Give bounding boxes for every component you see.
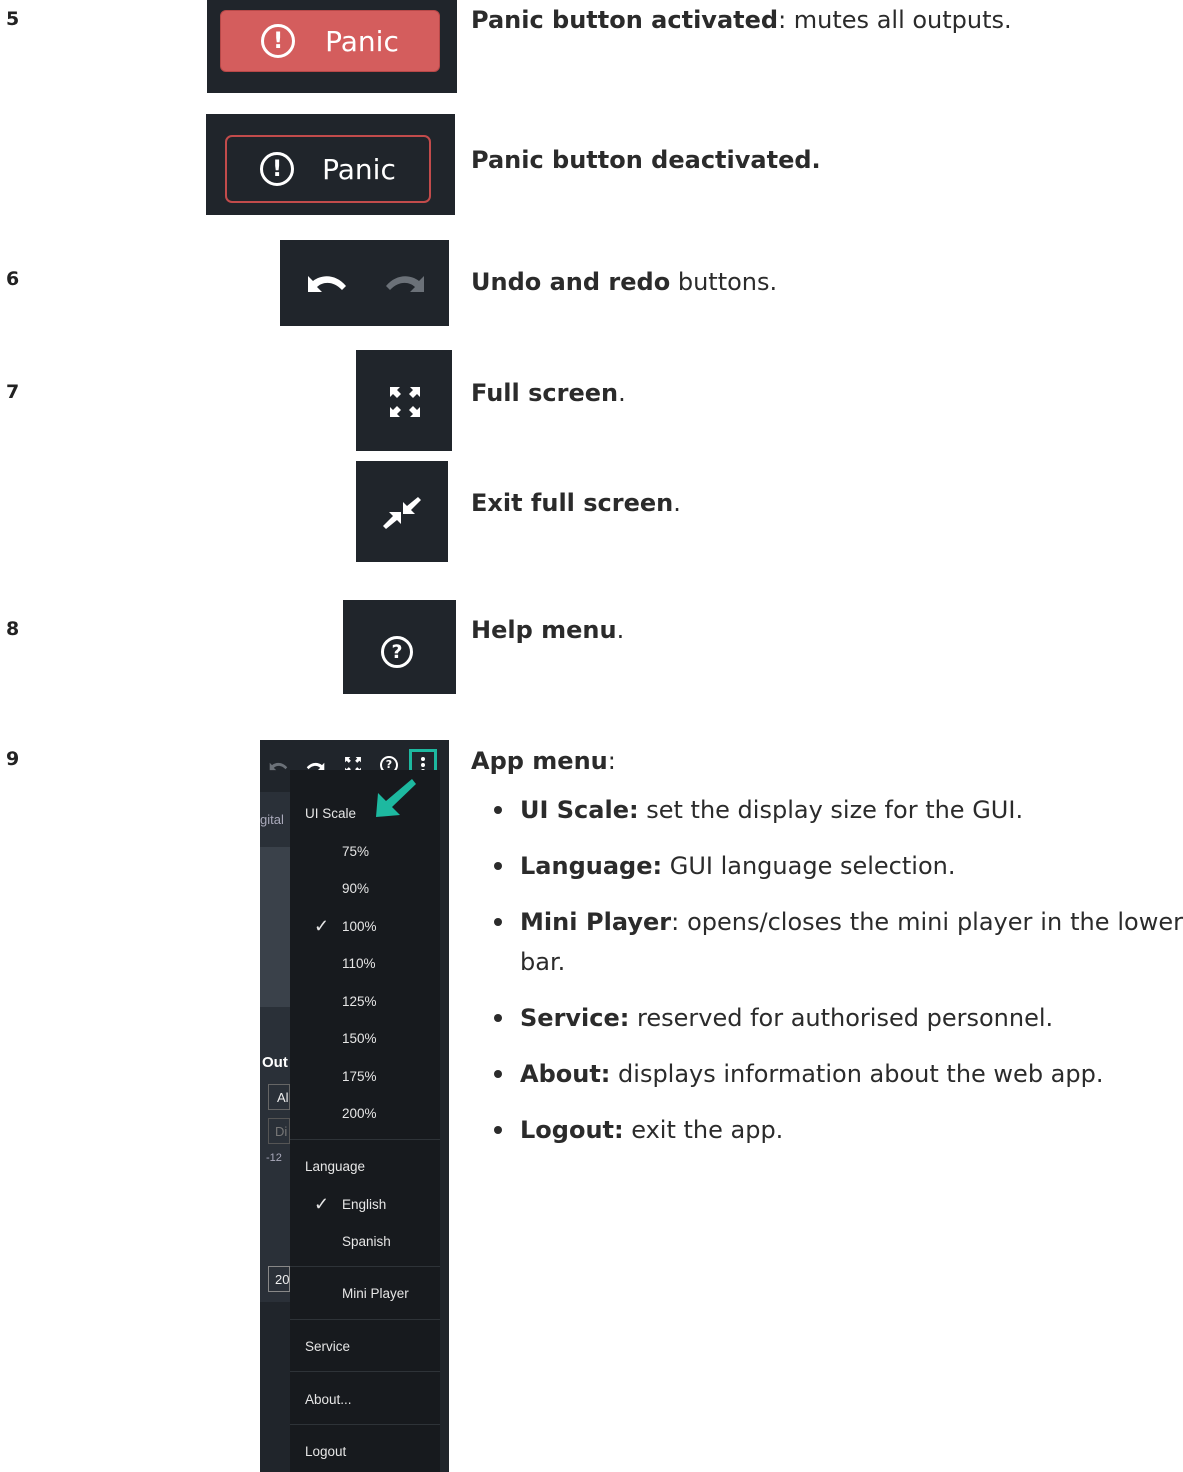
row-number-5: 5 [6,8,20,30]
app-menu-bullets: UI Scale: set the display size for the G… [494,790,1183,1166]
fullscreen-description: Full screen. [471,379,626,407]
bg-text: -12 [266,1152,282,1164]
bullet-service: Service: reserved for authorised personn… [494,998,1183,1038]
divider [290,1266,440,1267]
fullscreen-icon[interactable] [388,385,422,419]
panic-inactive-screenshot: ! Panic [206,114,455,215]
divider [290,1424,440,1425]
pointer-arrow-icon [376,779,416,817]
bullet-mini-player: Mini Player: opens/closes the mini playe… [494,902,1183,982]
panic-label: Panic [322,152,396,186]
bullet-about: About: displays information about the we… [494,1054,1183,1094]
undo-redo-description: Undo and redo buttons. [471,268,778,296]
alert-icon: ! [260,152,295,186]
app-menu-dropdown [290,770,440,1472]
panic-button-active[interactable]: ! Panic [220,10,440,72]
panic-button-inactive[interactable]: ! Panic [225,135,431,203]
scale-option[interactable]: 175% [342,1069,377,1084]
divider [290,1371,440,1372]
alert-icon: ! [261,24,296,58]
bg-text: 20 [275,1272,290,1287]
ui-scale-header: UI Scale [305,806,357,821]
scale-option[interactable]: 125% [342,994,377,1009]
help-description: Help menu. [471,616,625,644]
scale-option[interactable]: 150% [342,1031,377,1046]
bullet-language: Language: GUI language selection. [494,846,1183,886]
logout-item[interactable]: Logout [305,1444,346,1459]
row-number-7: 7 [6,381,20,403]
panic-deactivated-description: Panic button deactivated. [471,146,821,174]
row-number-9: 9 [6,748,20,770]
language-option[interactable]: Spanish [342,1234,391,1249]
app-menu-description: App menu: [471,747,616,775]
help-icon[interactable]: ? [381,636,413,668]
exit-fullscreen-description: Exit full screen. [471,489,681,517]
fullscreen-screenshot [356,350,452,451]
background-panel: gital Out Al Di -12 20 [260,792,290,1472]
undo-icon[interactable] [300,266,352,300]
panic-label: Panic [325,24,399,58]
bg-text: Di [275,1124,288,1139]
language-header: Language [305,1159,366,1174]
scale-option[interactable]: 200% [342,1106,377,1121]
scale-option[interactable]: 75% [342,844,369,859]
bullet-ui-scale: UI Scale: set the display size for the G… [494,790,1183,830]
divider [290,1139,440,1140]
bg-text: Al [277,1090,289,1105]
bullet-logout: Logout: exit the app. [494,1110,1183,1150]
redo-icon[interactable] [380,266,432,300]
exit-fullscreen-icon[interactable] [382,493,422,533]
bg-text: gital [260,812,284,827]
panic-activated-description: Panic button activated: mutes all output… [471,6,1012,34]
scale-option[interactable]: 90% [342,881,369,896]
scale-option-selected[interactable]: 100% [342,919,377,934]
divider [290,1319,440,1320]
mini-player-item[interactable]: Mini Player [342,1286,409,1301]
bg-text: Out [262,1054,288,1071]
undo-redo-screenshot [280,240,449,326]
help-screenshot: ? [343,600,456,694]
undo-icon[interactable] [266,758,290,774]
panic-active-screenshot: ! Panic [207,0,457,93]
exit-fullscreen-screenshot [356,461,448,562]
checkmark-icon: ✓ [314,1194,330,1214]
app-menu-screenshot: ? gital Out Al Di -12 20 UI Scale 75% 90… [260,740,449,1472]
row-number-6: 6 [6,268,20,290]
service-item[interactable]: Service [305,1339,350,1354]
scale-option[interactable]: 110% [342,956,376,971]
language-option-selected[interactable]: English [342,1197,386,1212]
checkmark-icon: ✓ [314,916,330,936]
about-item[interactable]: About... [305,1392,352,1407]
row-number-8: 8 [6,618,20,640]
